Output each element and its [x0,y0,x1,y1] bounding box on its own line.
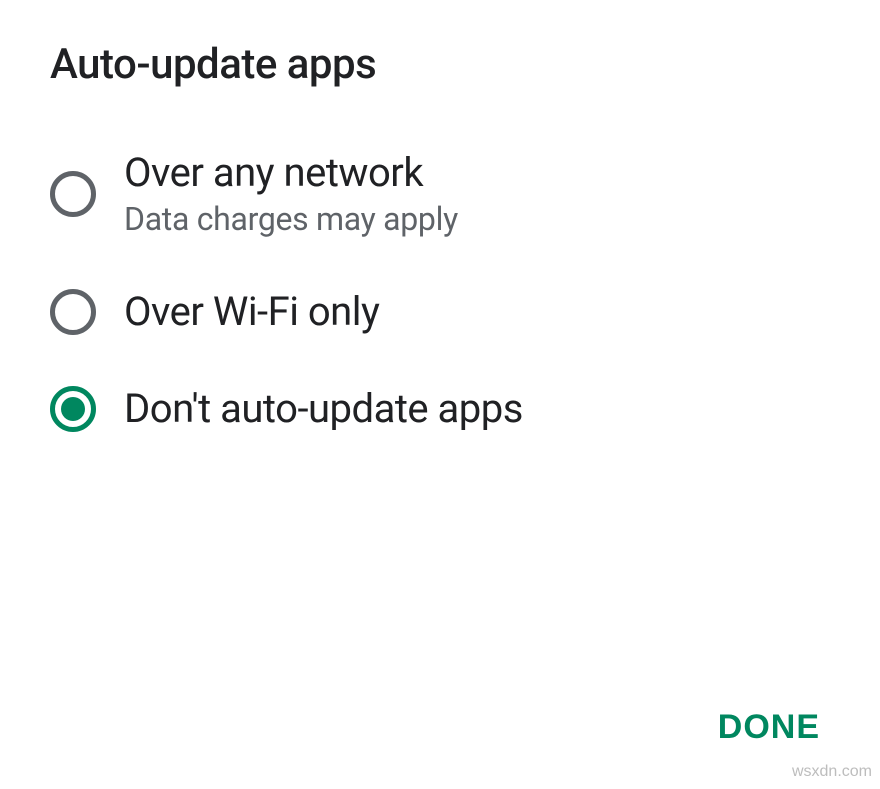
radio-option-any-network[interactable]: Over any network Data charges may apply [50,149,830,238]
button-row: DONE [698,696,840,759]
radio-label: Over any network [124,149,458,196]
radio-text-container: Over Wi-Fi only [124,288,379,335]
radio-group: Over any network Data charges may apply … [50,149,830,432]
radio-text-container: Don't auto-update apps [124,385,523,432]
radio-label: Don't auto-update apps [124,385,523,432]
done-button[interactable]: DONE [698,696,840,759]
radio-icon [50,171,96,217]
dialog-title: Auto-update apps [50,40,830,89]
radio-option-wifi-only[interactable]: Over Wi-Fi only [50,288,830,335]
radio-subtitle: Data charges may apply [124,200,458,238]
watermark: wsxdn.com [792,763,872,781]
radio-icon [50,289,96,335]
radio-label: Over Wi-Fi only [124,288,379,335]
radio-inner-dot [61,397,85,421]
radio-icon-selected [50,386,96,432]
radio-text-container: Over any network Data charges may apply [124,149,458,238]
radio-option-dont-update[interactable]: Don't auto-update apps [50,385,830,432]
